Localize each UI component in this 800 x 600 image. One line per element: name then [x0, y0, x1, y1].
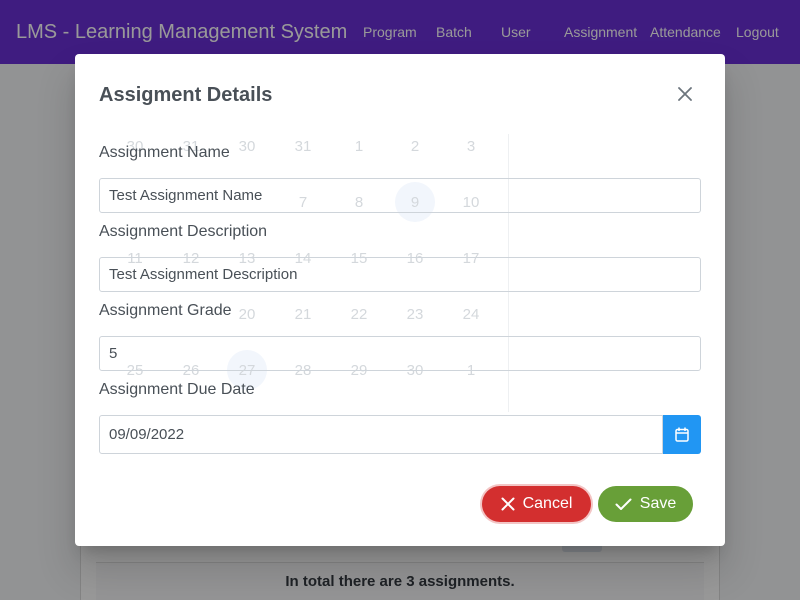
assignment-grade-label: Assignment Grade	[99, 302, 232, 319]
calendar-day: 21	[294, 305, 312, 323]
assignment-grade-input[interactable]	[99, 336, 701, 371]
close-icon	[501, 497, 515, 511]
calendar-day: 30	[238, 137, 256, 155]
calendar-day: 22	[350, 305, 368, 323]
cancel-button[interactable]: Cancel	[482, 486, 591, 522]
check-icon	[615, 498, 632, 510]
save-button[interactable]: Save	[598, 486, 693, 522]
calendar-day: 24	[462, 305, 480, 323]
calendar-day: 2	[410, 137, 420, 155]
cancel-label: Cancel	[522, 495, 573, 512]
assignment-name-input[interactable]	[99, 178, 701, 213]
calendar-day: 23	[406, 305, 424, 323]
due-date-input[interactable]	[99, 415, 663, 454]
calendar-day: 3	[466, 137, 476, 155]
assignment-details-dialog: Assigment Details 30 31 30 31 1 2 3 7 8 …	[75, 54, 725, 546]
dialog-title: Assigment Details	[99, 84, 273, 106]
calendar-icon	[675, 427, 689, 442]
assignment-description-input[interactable]	[99, 257, 701, 292]
calendar-day: 20	[238, 305, 256, 323]
calendar-day: 31	[294, 137, 312, 155]
assignment-name-label: Assignment Name	[99, 144, 230, 161]
save-label: Save	[639, 495, 677, 512]
assignment-description-label: Assignment Description	[99, 223, 268, 240]
calendar-day: 1	[354, 137, 364, 155]
close-icon	[678, 87, 692, 101]
close-button[interactable]	[671, 80, 699, 108]
assignment-due-date-label: Assignment Due Date	[99, 381, 255, 398]
calendar-button[interactable]	[663, 415, 701, 454]
